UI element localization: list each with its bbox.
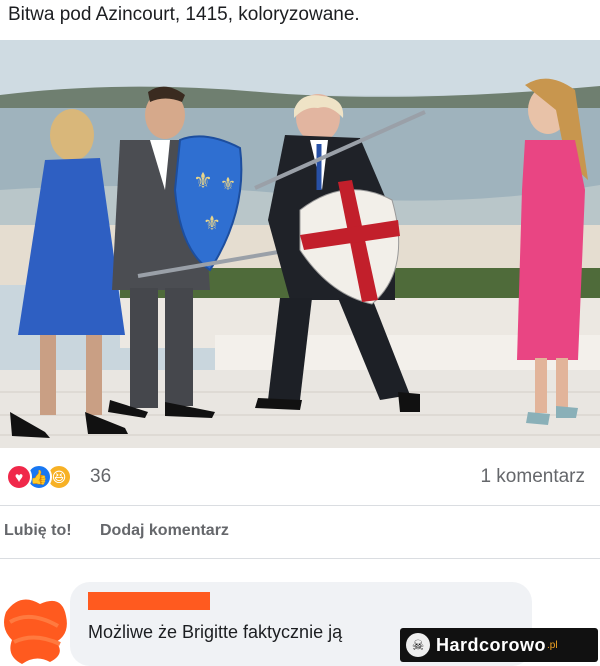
watermark-tld: .pl [547, 639, 558, 651]
add-comment-button[interactable]: Dodaj komentarz [100, 522, 229, 540]
svg-text:⚜: ⚜ [193, 168, 213, 193]
like-button[interactable]: Lubię to! [4, 522, 72, 540]
site-watermark: ☠ Hardcorowo .pl [400, 628, 598, 662]
comment-text: Możliwe że Brigitte faktycznie ją [88, 622, 343, 642]
post-photo[interactable]: ⚜ ⚜ ⚜ [0, 40, 600, 448]
photo-illustration: ⚜ ⚜ ⚜ [0, 40, 600, 448]
watermark-brand: Hardcorowo [436, 634, 547, 655]
reaction-count[interactable]: 36 [90, 466, 111, 488]
svg-text:⚜: ⚜ [203, 213, 221, 235]
commenter-avatar-redacted[interactable] [0, 582, 72, 666]
commenter-name-redacted[interactable] [88, 592, 210, 610]
actions-bar: Lubię to! Dodaj komentarz [0, 507, 600, 559]
love-reaction-icon: ♥ [6, 464, 32, 490]
reaction-icons[interactable]: ♥ 👍 😆 [6, 464, 72, 490]
skull-icon: ☠ [406, 633, 430, 657]
post-title: Bitwa pod Azincourt, 1415, koloryzowane. [8, 4, 360, 25]
comments-count[interactable]: 1 komentarz [480, 466, 585, 488]
svg-text:⚜: ⚜ [220, 174, 236, 194]
reactions-bar: ♥ 👍 😆 36 1 komentarz [0, 448, 600, 506]
